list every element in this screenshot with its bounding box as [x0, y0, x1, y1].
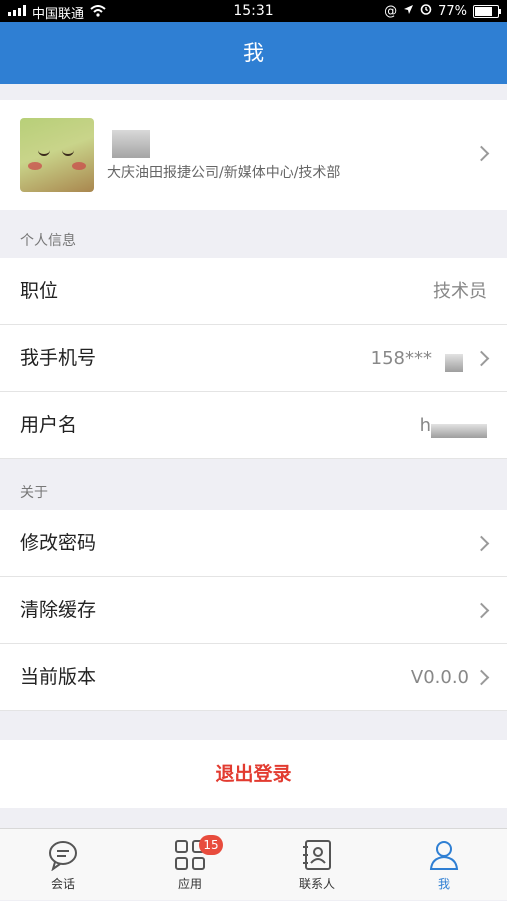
version-label: 当前版本 [20, 666, 97, 688]
change-password-label: 修改密码 [20, 532, 97, 554]
battery-fill [475, 6, 492, 16]
phone-label: 我手机号 [20, 347, 97, 369]
row-change-password[interactable]: 修改密码 [0, 510, 507, 577]
username-label: 用户名 [20, 414, 78, 436]
row-position: 职位 技术员 [0, 258, 507, 325]
tab-me[interactable]: 我 [381, 829, 507, 901]
tab-apps-label: 应用 [177, 877, 202, 891]
logout-button[interactable]: 退出登录 [0, 740, 507, 808]
at-icon: @ [384, 3, 398, 19]
avatar [20, 118, 94, 192]
tab-chat[interactable]: 会话 [0, 829, 126, 901]
position-value: 技术员 [433, 281, 487, 302]
phone-value: 158*** [370, 348, 432, 369]
section-personal-info: 个人信息 [20, 233, 76, 249]
status-right: @ 77% [384, 3, 501, 19]
location-icon [403, 4, 414, 19]
tab-contacts[interactable]: 联系人 [254, 829, 380, 901]
chevron-right-icon [473, 350, 490, 367]
avatar-cheek-right [72, 162, 86, 170]
battery-icon [473, 4, 501, 18]
apps-badge: 15 [199, 835, 223, 855]
row-version[interactable]: 当前版本 V0.0.0 [0, 644, 507, 711]
person-icon [428, 839, 460, 871]
avatar-eye-right [62, 148, 74, 156]
chevron-right-icon [473, 535, 490, 552]
tab-bar: 会话 15 应用 联系人 我 [0, 828, 507, 900]
avatar-cheek-left [28, 162, 42, 170]
avatar-eye-left [38, 148, 50, 156]
status-bar: 中国联通 15:31 @ 77% [0, 0, 507, 22]
organization-path: 大庆油田报捷公司/新媒体中心/技术部 [107, 165, 341, 181]
row-clear-cache[interactable]: 清除缓存 [0, 577, 507, 644]
tab-contacts-label: 联系人 [298, 877, 335, 891]
username-value: h [419, 415, 431, 436]
profile-card[interactable]: 大庆油田报捷公司/新媒体中心/技术部 [0, 100, 507, 210]
chevron-right-icon [473, 669, 490, 686]
redacted-name [112, 130, 150, 158]
tab-me-label: 我 [437, 877, 450, 891]
contacts-icon [301, 839, 333, 871]
tab-apps[interactable]: 15 应用 [127, 829, 253, 901]
battery-percent: 77% [438, 3, 467, 19]
row-phone[interactable]: 我手机号 158*** [0, 325, 507, 392]
redacted-phone [445, 354, 463, 372]
position-label: 职位 [20, 280, 59, 302]
page-title: 我 [0, 22, 507, 84]
chevron-right-icon [473, 602, 490, 619]
tab-chat-label: 会话 [50, 877, 75, 891]
section-about: 关于 [20, 485, 48, 501]
clear-cache-label: 清除缓存 [20, 599, 97, 621]
chat-icon [47, 839, 79, 872]
row-username: 用户名 h [0, 392, 507, 459]
version-value: V0.0.0 [410, 667, 469, 688]
chevron-right-icon [473, 145, 490, 162]
redacted-username [431, 424, 487, 438]
alarm-icon [420, 3, 432, 19]
